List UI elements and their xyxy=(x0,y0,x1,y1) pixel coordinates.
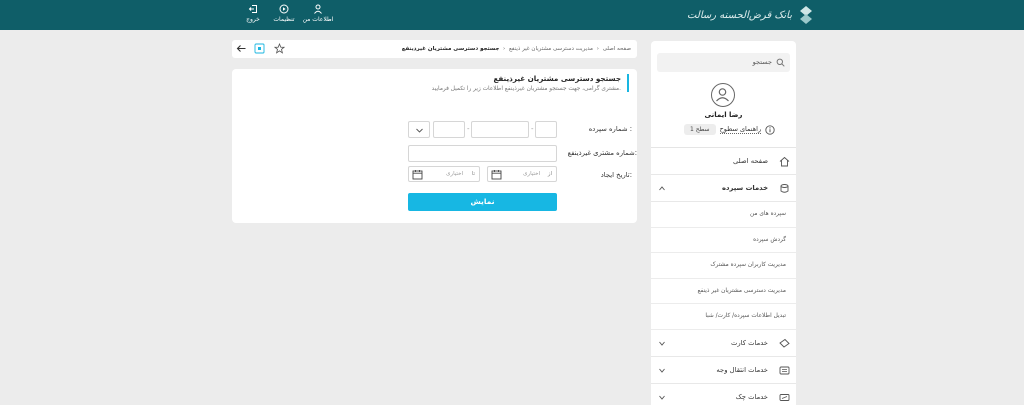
breadcrumb-separator: ‹ xyxy=(503,46,506,52)
level-badge: سطح 1 xyxy=(684,124,716,135)
sidebar-menu: صفحه اصلی خدمات سپرده سپرده های من گردش … xyxy=(651,147,796,405)
transfer-icon xyxy=(779,366,790,374)
sidebar-item-label: خدمات چک xyxy=(735,392,768,401)
date-from-prefix: از xyxy=(547,171,552,177)
search-placeholder: جستجو xyxy=(752,58,772,66)
chevron-down-icon xyxy=(659,341,665,346)
sidebar: جستجو رضا ایمانی راهنمای سطوح سطح 1 صفحه… xyxy=(651,41,796,405)
cheque-icon xyxy=(779,393,790,401)
breadcrumb-current: جستجو دسترسی مشتریان غیرذینفع xyxy=(401,46,500,52)
date-from-placeholder: اختیاری xyxy=(523,171,540,177)
avatar xyxy=(711,83,735,107)
sidebar-item-label: خدمات انتقال وجه xyxy=(716,365,768,374)
my-info-label: اطلاعات من xyxy=(302,16,334,23)
deposit-type-select[interactable] xyxy=(408,121,430,138)
deposit-number-part-3[interactable] xyxy=(535,121,557,138)
chevron-down-icon xyxy=(659,368,665,373)
search-form-card: جستجو دسترسی مشتریان غیرذینفع مشتری گرام… xyxy=(232,69,637,223)
form-title: جستجو دسترسی مشتریان غیرذینفع xyxy=(493,74,621,83)
date-from-field[interactable]: از اختیاری xyxy=(487,166,557,182)
deposit-separator: - xyxy=(531,125,534,133)
sidebar-item-transfer-services[interactable]: خدمات انتقال وجه xyxy=(651,357,796,384)
logo-mark-icon xyxy=(800,6,812,24)
deposit-number-part-2[interactable] xyxy=(471,121,529,138)
chevron-down-icon xyxy=(416,128,423,133)
breadcrumb-access-management[interactable]: مدیریت دسترسی مشتریان غیر ذینفع xyxy=(509,46,593,52)
submenu-item-non-beneficiary-access[interactable]: مدیریت دسترسی مشتریان غیر ذینفع xyxy=(651,278,796,304)
sidebar-item-cheque-services[interactable]: خدمات چک xyxy=(651,384,796,405)
submenu-item-convert-info[interactable]: تبدیل اطلاعات سپرده/ کارت/ شبا xyxy=(651,304,796,330)
submenu-item-my-deposits[interactable]: سپرده های من xyxy=(651,202,796,228)
calendar-icon[interactable] xyxy=(491,169,502,180)
deposit-submenu: سپرده های من گردش سپرده مدیریت کاربران س… xyxy=(651,202,796,330)
show-button[interactable]: نمایش xyxy=(408,193,557,211)
breadcrumb-separator: ‹ xyxy=(596,46,599,52)
level-row: راهنمای سطوح سطح 1 xyxy=(684,124,775,135)
date-to-prefix: تا xyxy=(471,171,475,177)
submenu-item-deposit-turnover[interactable]: گردش سپرده xyxy=(651,227,796,253)
breadcrumb-home[interactable]: صفحه اصلی xyxy=(603,46,631,52)
deposit-number-label: شماره سپرده : xyxy=(588,125,632,133)
settings-label: تنظیمات xyxy=(273,16,295,23)
bank-logo: بانک قرض‌الحسنه رسالت xyxy=(687,4,814,26)
deposit-icon xyxy=(780,184,789,193)
logo-text: بانک قرض‌الحسنه رسالت xyxy=(686,9,792,21)
levels-guide-link[interactable]: راهنمای سطوح xyxy=(719,125,762,134)
home-icon xyxy=(779,156,790,167)
created-date-label: تاریخ ایجاد: xyxy=(600,171,632,179)
top-bar: اطلاعات من تنظیمات خروج بانک قرض‌الحسنه … xyxy=(0,0,1024,30)
breadcrumb: صفحه اصلی ‹ مدیریت دسترسی مشتریان غیر ذی… xyxy=(402,40,631,58)
card-icon xyxy=(779,338,790,348)
customer-number-field[interactable] xyxy=(408,145,557,162)
deposit-number-part-1[interactable] xyxy=(433,121,465,138)
new-tab-icon[interactable] xyxy=(254,43,265,54)
settings-button[interactable]: تنظیمات xyxy=(266,4,302,24)
settings-icon xyxy=(279,4,289,14)
form-header: جستجو دسترسی مشتریان غیرذینفع مشتری گرام… xyxy=(432,74,629,92)
date-to-field[interactable]: تا اختیاری xyxy=(408,166,480,182)
sidebar-item-deposit-services[interactable]: خدمات سپرده xyxy=(651,175,796,202)
date-to-placeholder: اختیاری xyxy=(446,171,463,177)
user-name: رضا ایمانی xyxy=(704,111,743,119)
deposit-separator: - xyxy=(467,125,470,133)
sidebar-item-label: صفحه اصلی xyxy=(733,157,768,165)
chevron-down-icon xyxy=(659,395,665,400)
sidebar-item-home[interactable]: صفحه اصلی xyxy=(651,148,796,175)
logout-label: خروج xyxy=(246,16,260,23)
logout-button[interactable]: خروج xyxy=(235,4,271,24)
user-icon xyxy=(314,4,322,14)
chevron-up-icon xyxy=(659,186,665,191)
breadcrumb-bar: صفحه اصلی ‹ مدیریت دسترسی مشتریان غیر ذی… xyxy=(232,40,637,58)
customer-number-label: شماره مشتری غیرذینفع: xyxy=(567,149,637,157)
form-subtitle: مشتری گرامی، جهت جستجو مشتریان غیرذینفع … xyxy=(431,86,621,92)
search-input[interactable]: جستجو xyxy=(657,53,790,72)
my-info-button[interactable]: اطلاعات من xyxy=(300,4,336,24)
user-avatar-icon xyxy=(716,88,729,102)
back-arrow-icon[interactable] xyxy=(236,43,247,54)
search-icon xyxy=(776,58,785,67)
logout-icon xyxy=(248,5,257,13)
sidebar-item-card-services[interactable]: خدمات کارت xyxy=(651,330,796,357)
calendar-icon[interactable] xyxy=(412,169,423,180)
star-icon[interactable] xyxy=(274,43,285,54)
submenu-item-joint-deposit-users[interactable]: مدیریت کاربران سپرده مشترک xyxy=(651,253,796,279)
sidebar-item-label: خدمات سپرده xyxy=(722,184,768,192)
info-icon xyxy=(765,124,775,135)
sidebar-item-label: خدمات کارت xyxy=(730,338,768,347)
